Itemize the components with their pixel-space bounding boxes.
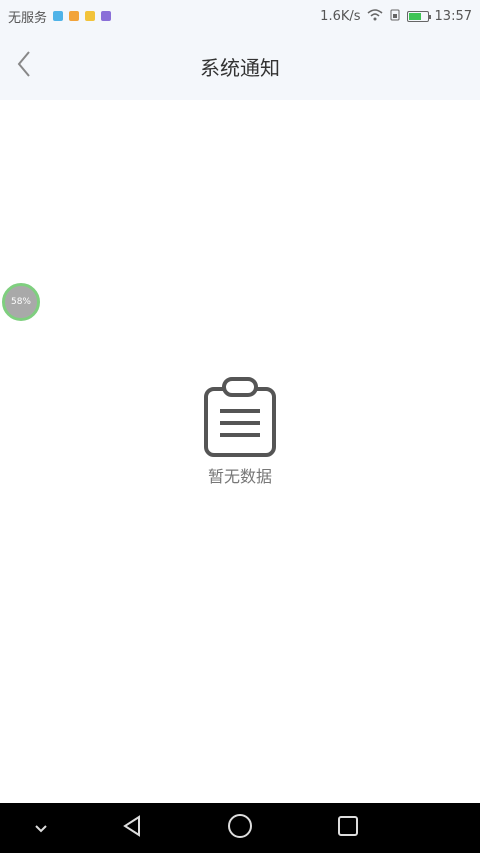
nav-bar: 系统通知 (0, 32, 480, 100)
notification-icon-2 (69, 11, 80, 21)
network-speed: 1.6K/s (320, 8, 361, 24)
status-right: 1.6K/s 13:57 (320, 9, 472, 24)
collapse-icon (34, 819, 48, 838)
badge-text: 58% (10, 297, 31, 307)
page-title: 系统通知 (200, 55, 280, 80)
sim-icon (389, 9, 401, 24)
notification-icon-3 (85, 11, 96, 21)
back-triangle-icon (121, 814, 143, 842)
clock: 13:57 (434, 8, 472, 24)
home-circle-icon (227, 813, 253, 843)
carrier-label: 无服务 (8, 10, 48, 26)
status-left: 无服务 (8, 7, 112, 26)
chevron-left-icon (16, 50, 32, 82)
recents-square-icon (337, 815, 359, 841)
back-button[interactable] (6, 44, 42, 88)
collapse-button[interactable] (24, 803, 58, 853)
notification-icon-1 (53, 11, 64, 21)
wifi-icon (367, 8, 383, 24)
notification-icon-4 (101, 11, 112, 21)
clipboard-icon (198, 375, 282, 459)
nav-home-button[interactable] (218, 803, 262, 853)
empty-state: 暂无数据 (0, 375, 480, 487)
empty-state-text: 暂无数据 (207, 467, 272, 486)
nav-back-button[interactable] (110, 803, 154, 853)
status-bar: 无服务 1.6K/s 13:57 (0, 0, 480, 32)
system-nav-bar (0, 803, 480, 853)
nav-recents-button[interactable] (326, 803, 370, 853)
battery-icon (406, 10, 431, 22)
floating-progress-badge[interactable]: 58% (2, 283, 40, 321)
